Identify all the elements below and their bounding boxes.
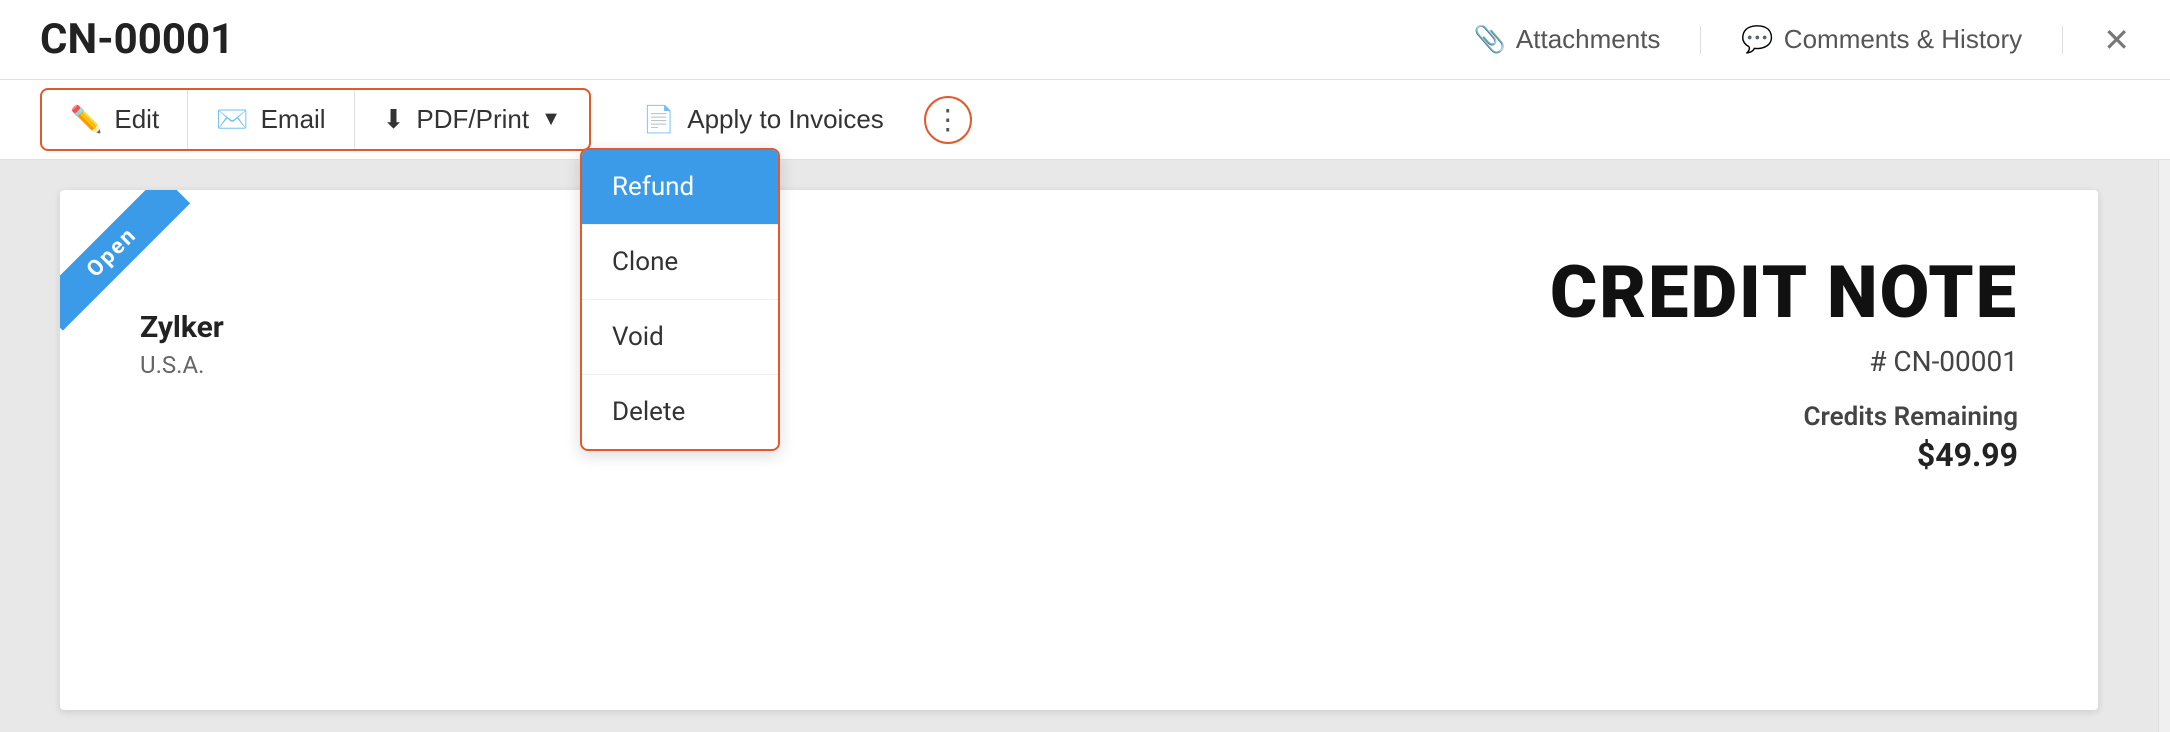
credit-note-section: CREDIT NOTE # CN-00001 Credits Remaining… [1550,250,2018,474]
header-divider-2 [2062,26,2063,54]
comments-history-button[interactable]: 💬 Comments & History [1741,24,2022,55]
credit-note-title: CREDIT NOTE [1550,250,2018,335]
header-actions: 📎 Attachments 💬 Comments & History ✕ [1474,21,2130,59]
more-icon: ⋮ [934,103,962,136]
dropdown-item-clone[interactable]: Clone [582,225,778,300]
email-icon: ✉️ [216,104,248,135]
toolbar-primary-group: ✏️ Edit ✉️ Email ⬇ PDF/Print ▼ [40,88,591,151]
status-ribbon-wrapper: Open [60,190,220,350]
attachments-icon: 📎 [1474,24,1506,55]
email-label: Email [261,104,326,135]
apply-invoices-label: Apply to Invoices [687,104,884,135]
edit-icon: ✏️ [70,104,102,135]
attachments-button[interactable]: 📎 Attachments [1474,24,1661,55]
header: CN-00001 📎 Attachments 💬 Comments & Hist… [0,0,2170,80]
edit-label: Edit [114,104,159,135]
credit-note-number: # CN-00001 [1550,345,2018,378]
edit-button[interactable]: ✏️ Edit [42,90,188,149]
document-paper: Open Zylker U.S.A. CREDIT NOTE # CN-0000… [60,190,2098,710]
email-button[interactable]: ✉️ Email [188,90,354,149]
apply-invoices-button[interactable]: 📄 Apply to Invoices [611,90,916,149]
page-title: CN-00001 [40,15,234,64]
dropdown-item-delete[interactable]: Delete [582,375,778,449]
invoice-icon: 📄 [643,104,675,135]
right-scrollbar[interactable] [2158,160,2170,732]
more-options-button[interactable]: ⋮ [924,96,972,144]
dropdown-item-refund[interactable]: Refund [582,150,778,225]
pdf-dropdown-arrow-icon: ▼ [541,108,561,131]
pdf-print-button[interactable]: ⬇ PDF/Print ▼ [355,90,589,149]
close-button[interactable]: ✕ [2103,21,2130,59]
more-options-dropdown: Refund Clone Void Delete [580,148,780,451]
dropdown-item-void[interactable]: Void [582,300,778,375]
comments-icon: 💬 [1741,24,1773,55]
comments-label: Comments & History [1784,24,2022,55]
credits-remaining-value: $49.99 [1550,436,2018,474]
document-area: Open Zylker U.S.A. CREDIT NOTE # CN-0000… [0,160,2158,732]
pdf-print-label: PDF/Print [416,104,529,135]
credits-remaining-label: Credits Remaining [1550,402,2018,432]
header-divider [1700,26,1701,54]
status-ribbon: Open [60,190,190,331]
content-area: Open Zylker U.S.A. CREDIT NOTE # CN-0000… [0,160,2170,732]
pdf-icon: ⬇ [383,104,405,135]
attachments-label: Attachments [1516,24,1661,55]
toolbar: ✏️ Edit ✉️ Email ⬇ PDF/Print ▼ 📄 Apply t… [0,80,2170,160]
